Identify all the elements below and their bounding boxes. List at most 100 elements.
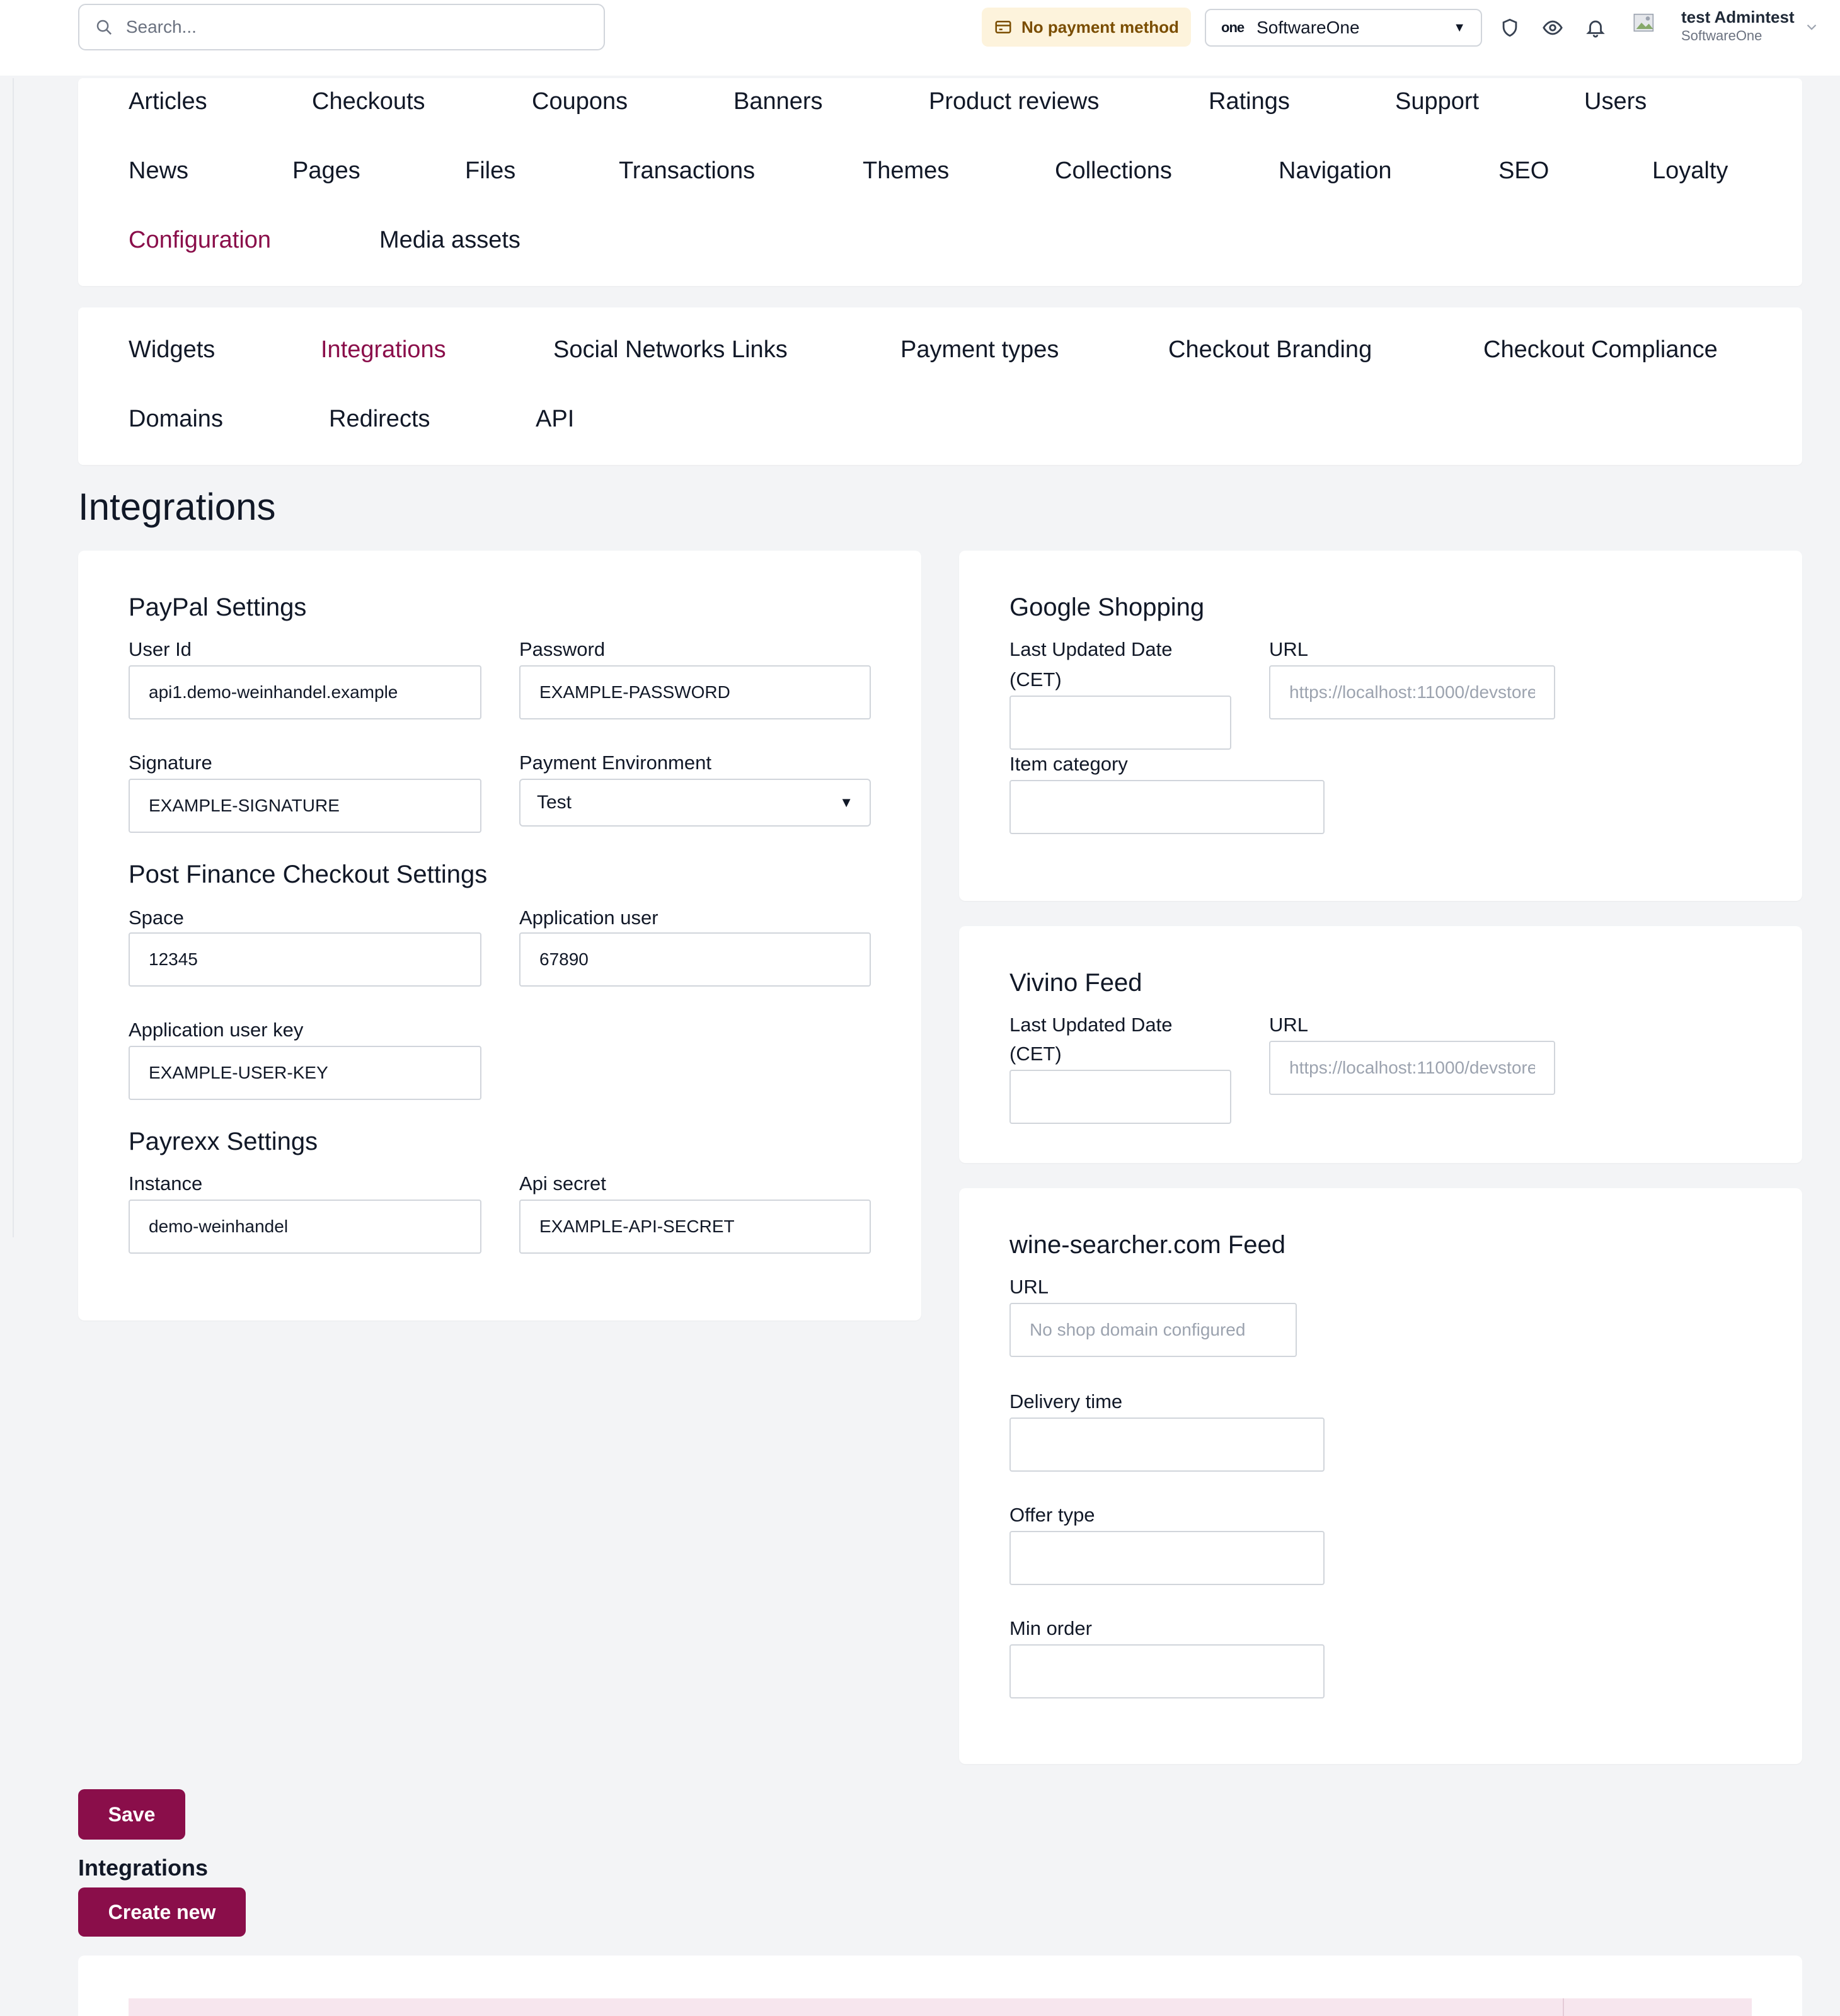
main-nav: Articles Checkouts Coupons Banners Produ…	[78, 78, 1802, 286]
vivino-last-updated-input[interactable]	[1009, 1070, 1231, 1124]
nav-coupons[interactable]: Coupons	[532, 88, 628, 115]
paypal-password-label: Password	[519, 638, 606, 660]
subnav-checkout-compliance[interactable]: Checkout Compliance	[1483, 336, 1718, 364]
nav-pages[interactable]: Pages	[292, 158, 360, 185]
vivino-date-label: Last Updated Date	[1009, 1014, 1173, 1036]
paypal-environment-select[interactable]: Test ▼	[519, 779, 871, 827]
payrexx-secret-label: Api secret	[519, 1172, 606, 1194]
paypal-settings-title: PayPal Settings	[129, 593, 307, 621]
payment-status-text: No payment method	[1021, 17, 1179, 37]
nav-transactions[interactable]: Transactions	[619, 158, 755, 185]
user-name[interactable]: test Admintest	[1681, 8, 1795, 27]
nav-users[interactable]: Users	[1584, 88, 1647, 115]
eye-icon	[1543, 20, 1563, 35]
subnav-redirects[interactable]: Redirects	[329, 406, 430, 433]
google-date-label-tz: (CET)	[1009, 668, 1062, 690]
nav-seo[interactable]: SEO	[1498, 158, 1549, 185]
nav-loyalty[interactable]: Loyalty	[1652, 158, 1728, 185]
avatar[interactable]	[1632, 10, 1657, 35]
store-name: SoftwareOne	[1256, 18, 1360, 37]
postfinance-app-key-input[interactable]	[129, 1046, 481, 1100]
nav-news[interactable]: News	[129, 158, 188, 185]
google-shopping-card: Google Shopping Last Updated Date (CET) …	[959, 551, 1802, 901]
winesearcher-url-input[interactable]	[1009, 1303, 1297, 1357]
subnav-checkout-branding[interactable]: Checkout Branding	[1168, 336, 1372, 364]
nav-checkouts[interactable]: Checkouts	[312, 88, 425, 115]
winesearcher-delivery-label: Delivery time	[1009, 1390, 1123, 1412]
nav-media-assets[interactable]: Media assets	[379, 227, 520, 254]
table-header-row	[129, 1998, 1752, 2016]
save-button[interactable]: Save	[78, 1789, 185, 1840]
google-last-updated-input[interactable]	[1009, 696, 1231, 750]
nav-collections[interactable]: Collections	[1055, 158, 1172, 185]
paypal-environment-label: Payment Environment	[519, 752, 711, 774]
chevron-down-icon[interactable]	[1803, 19, 1820, 35]
postfinance-app-user-input[interactable]	[519, 932, 871, 987]
postfinance-app-key-label: Application user key	[129, 1019, 304, 1041]
payment-status-badge[interactable]: No payment method	[982, 8, 1191, 47]
caret-down-icon: ▼	[839, 794, 853, 810]
nav-banners[interactable]: Banners	[733, 88, 823, 115]
subnav-social-networks-links[interactable]: Social Networks Links	[553, 336, 788, 364]
create-new-button[interactable]: Create new	[78, 1887, 246, 1937]
nav-configuration[interactable]: Configuration	[129, 227, 271, 254]
winesearcher-offer-label: Offer type	[1009, 1504, 1095, 1526]
winesearcher-offer-input[interactable]	[1009, 1531, 1325, 1585]
page-title: Integrations	[78, 486, 276, 528]
postfinance-space-label: Space	[129, 907, 184, 929]
winesearcher-min-order-input[interactable]	[1009, 1644, 1325, 1698]
google-category-label: Item category	[1009, 753, 1128, 775]
paypal-signature-input[interactable]	[129, 779, 481, 833]
nav-themes[interactable]: Themes	[863, 158, 949, 185]
google-url-input[interactable]	[1269, 665, 1555, 719]
table-column-divider	[1563, 1998, 1564, 2016]
payrexx-settings-title: Payrexx Settings	[129, 1128, 318, 1155]
winesearcher-delivery-input[interactable]	[1009, 1418, 1325, 1472]
vivino-date-label-tz: (CET)	[1009, 1043, 1062, 1065]
vivino-feed-title: Vivino Feed	[1009, 969, 1142, 997]
security-button[interactable]	[1497, 15, 1522, 40]
google-date-label: Last Updated Date	[1009, 638, 1173, 660]
notifications-button[interactable]	[1583, 15, 1608, 40]
sub-nav: Widgets Integrations Social Networks Lin…	[78, 307, 1802, 465]
shield-icon	[1502, 18, 1517, 37]
subnav-widgets[interactable]: Widgets	[129, 336, 215, 364]
subnav-integrations[interactable]: Integrations	[321, 336, 446, 364]
winesearcher-feed-card: wine-searcher.com Feed URL Delivery time…	[959, 1188, 1802, 1764]
integrations-list-heading: Integrations	[78, 1855, 209, 1881]
nav-files[interactable]: Files	[465, 158, 515, 185]
winesearcher-min-order-label: Min order	[1009, 1617, 1092, 1639]
paypal-signature-label: Signature	[129, 752, 212, 774]
top-bar: No payment method one SoftwareOne ▼ test…	[0, 0, 1840, 76]
store-selector[interactable]: one SoftwareOne ▼	[1205, 9, 1482, 47]
postfinance-space-input[interactable]	[129, 932, 481, 987]
search-icon	[96, 20, 112, 35]
winesearcher-feed-title: wine-searcher.com Feed	[1009, 1231, 1285, 1259]
preview-button[interactable]	[1540, 15, 1565, 40]
search-box[interactable]	[78, 4, 605, 50]
nav-ratings[interactable]: Ratings	[1209, 88, 1290, 115]
vivino-url-input[interactable]	[1269, 1041, 1555, 1095]
payrexx-instance-label: Instance	[129, 1172, 203, 1194]
subnav-api[interactable]: API	[536, 406, 574, 433]
nav-product-reviews[interactable]: Product reviews	[929, 88, 1099, 115]
google-category-input[interactable]	[1009, 780, 1325, 834]
credit-card-icon	[995, 21, 1011, 33]
subnav-payment-types[interactable]: Payment types	[900, 336, 1059, 364]
sidebar-edge	[13, 78, 14, 1237]
user-organization: SoftwareOne	[1681, 28, 1762, 43]
nav-articles[interactable]: Articles	[129, 88, 207, 115]
subnav-domains[interactable]: Domains	[129, 406, 223, 433]
payrexx-secret-input[interactable]	[519, 1200, 871, 1254]
paypal-user-id-input[interactable]	[129, 665, 481, 719]
postfinance-settings-title: Post Finance Checkout Settings	[129, 861, 488, 888]
google-shopping-title: Google Shopping	[1009, 593, 1205, 621]
paypal-password-input[interactable]	[519, 665, 871, 719]
nav-support[interactable]: Support	[1395, 88, 1479, 115]
payrexx-instance-input[interactable]	[129, 1200, 481, 1254]
store-brand-logo: one	[1221, 20, 1245, 35]
google-url-label: URL	[1269, 638, 1309, 660]
paypal-environment-value: Test	[537, 792, 572, 813]
nav-navigation[interactable]: Navigation	[1279, 158, 1392, 185]
search-input[interactable]	[124, 16, 604, 38]
